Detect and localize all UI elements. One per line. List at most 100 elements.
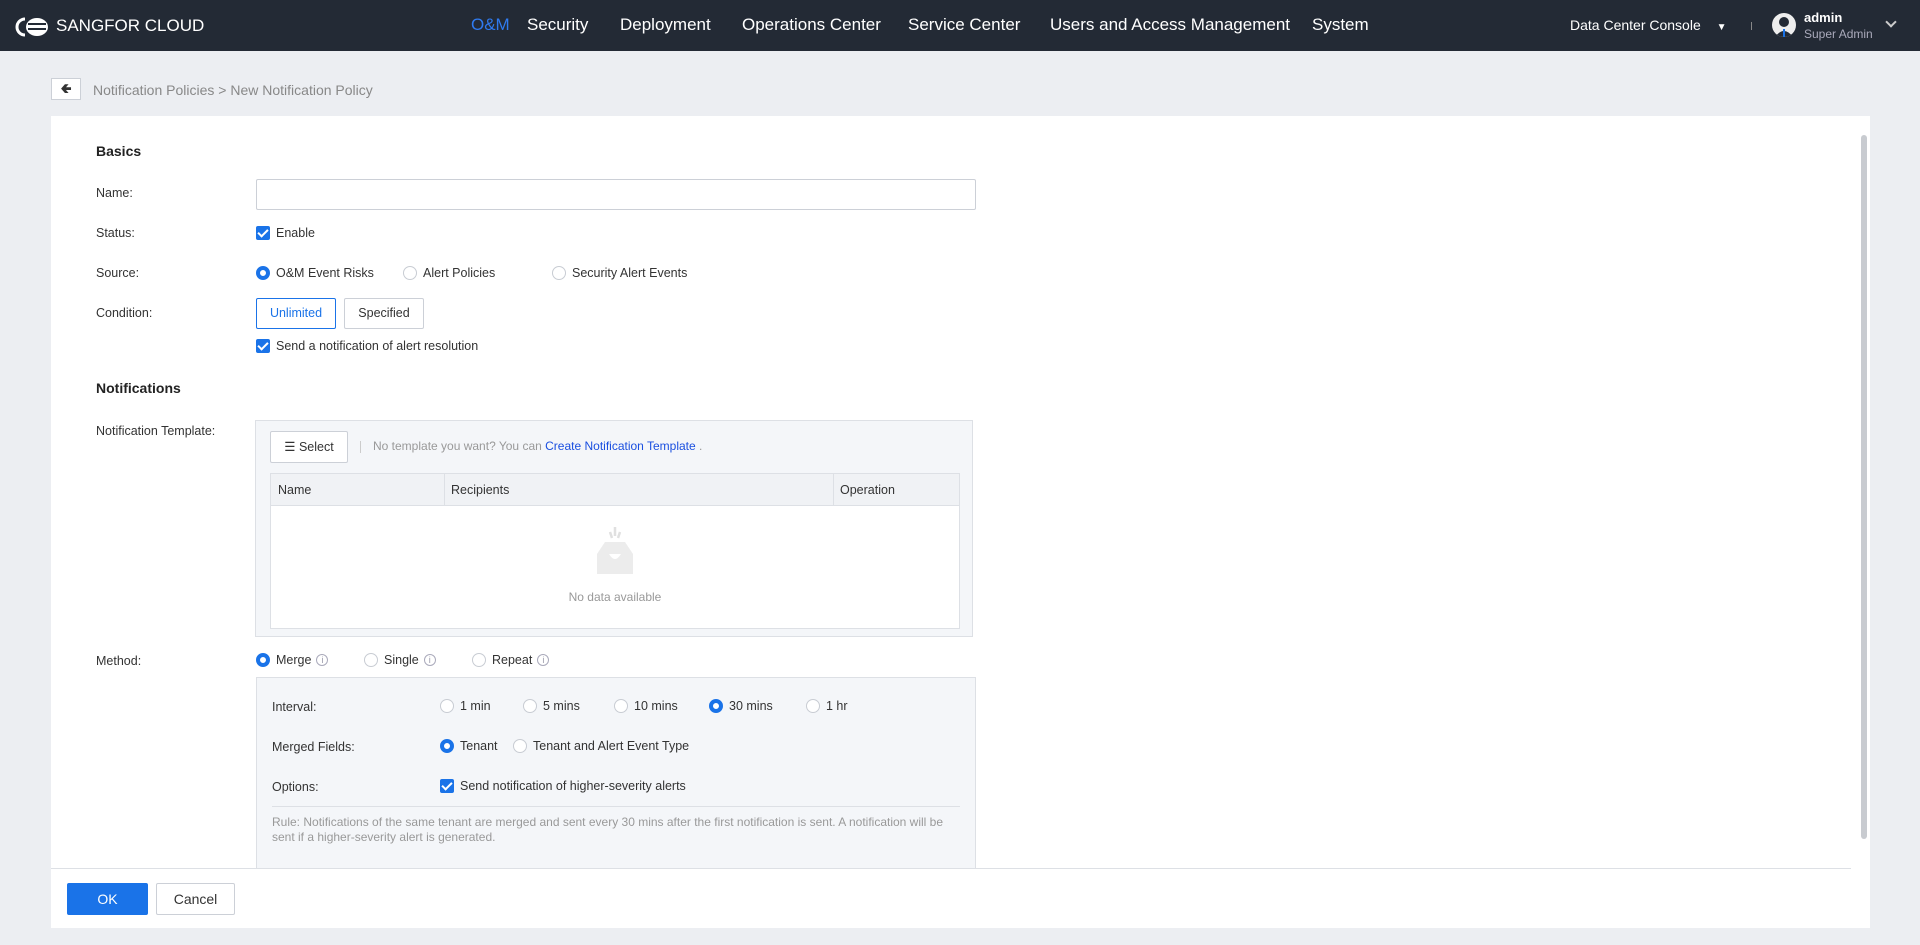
radio-icon [513, 738, 527, 753]
source-security-alert-events[interactable]: Security Alert Events [552, 265, 687, 280]
method-repeat[interactable]: Repeat i [472, 652, 550, 667]
radio-selected-icon [256, 265, 270, 280]
radio-selected-icon [709, 698, 723, 713]
nav-om[interactable]: O&M [471, 15, 510, 35]
interval-1-min[interactable]: 1 min [440, 698, 491, 713]
info-icon[interactable]: i [316, 653, 329, 666]
column-operation: Operation [840, 483, 895, 497]
checkbox-checked-icon [256, 338, 270, 353]
nav-security[interactable]: Security [527, 15, 588, 35]
cancel-button[interactable]: Cancel [156, 883, 235, 915]
status-label: Status: [96, 226, 135, 240]
divider [360, 441, 361, 453]
divider [1751, 22, 1752, 30]
source-om-event-risks[interactable]: O&M Event Risks [256, 265, 374, 280]
nav-system[interactable]: System [1312, 15, 1369, 35]
avatar[interactable] [1772, 13, 1796, 37]
radio-icon [552, 265, 566, 280]
nav-service-center[interactable]: Service Center [908, 15, 1020, 35]
status-enable-checkbox[interactable]: Enable [256, 225, 315, 240]
form-card: Basics Name: Status: Enable Source: O&M … [51, 116, 1870, 928]
alert-resolution-checkbox[interactable]: Send a notification of alert resolution [256, 338, 478, 353]
template-table: Name Recipients Operation No data availa… [270, 473, 960, 629]
logo-icon [15, 13, 51, 39]
method-option-label: Single [384, 652, 419, 667]
select-label: Select [298, 440, 334, 454]
breadcrumb-parent[interactable]: Notification Policies [93, 82, 214, 98]
notification-template-label: Notification Template: [96, 424, 216, 438]
hint-text: No template you want? You can [373, 439, 542, 453]
scrollbar[interactable] [1861, 135, 1867, 839]
options-label: Options: [272, 780, 319, 794]
chevron-down-icon[interactable] [1885, 16, 1897, 28]
condition-label: Condition: [96, 306, 153, 320]
enable-label: Enable [276, 225, 315, 240]
radio-icon [523, 698, 537, 713]
name-input[interactable] [256, 179, 976, 210]
checkbox-checked-icon [256, 225, 270, 240]
interval-option-label: 1 hr [826, 698, 848, 713]
name-label: Name: [96, 186, 133, 200]
empty-inbox-icon [585, 524, 645, 579]
checkbox-checked-icon [440, 778, 454, 793]
empty-text: No data available [568, 590, 662, 604]
source-label: Source: [96, 266, 140, 280]
radio-icon [403, 265, 417, 280]
merged-tenant-and-alert-event-type[interactable]: Tenant and Alert Event Type [513, 738, 689, 753]
info-icon[interactable]: i [537, 653, 550, 666]
condition-unlimited-button[interactable]: Unlimited [256, 298, 336, 329]
footer-divider [51, 868, 1851, 869]
back-button[interactable]: 🢀 [51, 78, 81, 100]
nav-users-access[interactable]: Users and Access Management [1050, 15, 1290, 35]
column-recipients: Recipients [451, 483, 510, 497]
notifications-heading: Notifications [96, 380, 181, 396]
method-label: Method: [96, 654, 142, 668]
rule-text: Rule: Notifications of the same tenant a… [272, 815, 944, 844]
method-merge[interactable]: Merge i [256, 652, 329, 667]
interval-5-mins[interactable]: 5 mins [523, 698, 580, 713]
divider [272, 806, 960, 807]
table-header: Name Recipients Operation [271, 474, 959, 506]
top-bar: SANGFOR CLOUD O&M Security Deployment Op… [0, 0, 1920, 51]
template-panel: ☰ Select No template you want? You can C… [255, 420, 973, 637]
console-switcher[interactable]: Data Center Console ▼ [1570, 17, 1727, 33]
radio-icon [364, 652, 378, 667]
interval-30-mins[interactable]: 30 mins [709, 698, 773, 713]
method-option-label: Merge [276, 652, 312, 667]
merged-fields-label: Merged Fields: [272, 740, 355, 754]
nav-deployment[interactable]: Deployment [620, 15, 711, 35]
higher-severity-checkbox[interactable]: Send notification of higher-severity ale… [440, 778, 686, 793]
merged-option-label: Tenant [460, 738, 498, 753]
merged-tenant[interactable]: Tenant [440, 738, 498, 753]
console-label: Data Center Console [1570, 17, 1701, 33]
nav-operations-center[interactable]: Operations Center [742, 15, 881, 35]
ok-button[interactable]: OK [67, 883, 148, 915]
method-single[interactable]: Single i [364, 652, 436, 667]
select-template-button[interactable]: ☰ Select [270, 431, 348, 463]
breadcrumb-current: New Notification Policy [230, 82, 373, 98]
method-option-label: Repeat [492, 652, 533, 667]
options-checkbox-label: Send notification of higher-severity ale… [460, 778, 686, 793]
caret-down-icon: ▼ [1716, 22, 1727, 33]
radio-icon [614, 698, 628, 713]
info-icon[interactable]: i [423, 653, 436, 666]
source-option-label: Security Alert Events [572, 265, 688, 280]
interval-10-mins[interactable]: 10 mins [614, 698, 678, 713]
breadcrumb-separator: > [218, 82, 227, 98]
create-template-link[interactable]: Create Notification Template [545, 439, 696, 453]
user-role: Super Admin [1804, 27, 1873, 41]
radio-icon [806, 698, 820, 713]
radio-icon [472, 652, 486, 667]
interval-1-hr[interactable]: 1 hr [806, 698, 848, 713]
source-alert-policies[interactable]: Alert Policies [403, 265, 495, 280]
radio-selected-icon [440, 738, 454, 753]
radio-icon [440, 698, 454, 713]
basics-heading: Basics [96, 143, 142, 159]
source-option-label: O&M Event Risks [276, 265, 374, 280]
merged-option-label: Tenant and Alert Event Type [533, 738, 690, 753]
condition-specified-button[interactable]: Specified [344, 298, 424, 329]
arrow-left-icon: 🢀 [60, 80, 72, 96]
merge-settings-panel: Interval: 1 min 5 mins 10 mins 30 mins 1… [256, 677, 976, 869]
template-hint: No template you want? You can Create Not… [373, 439, 702, 453]
interval-option-label: 1 min [460, 698, 491, 713]
